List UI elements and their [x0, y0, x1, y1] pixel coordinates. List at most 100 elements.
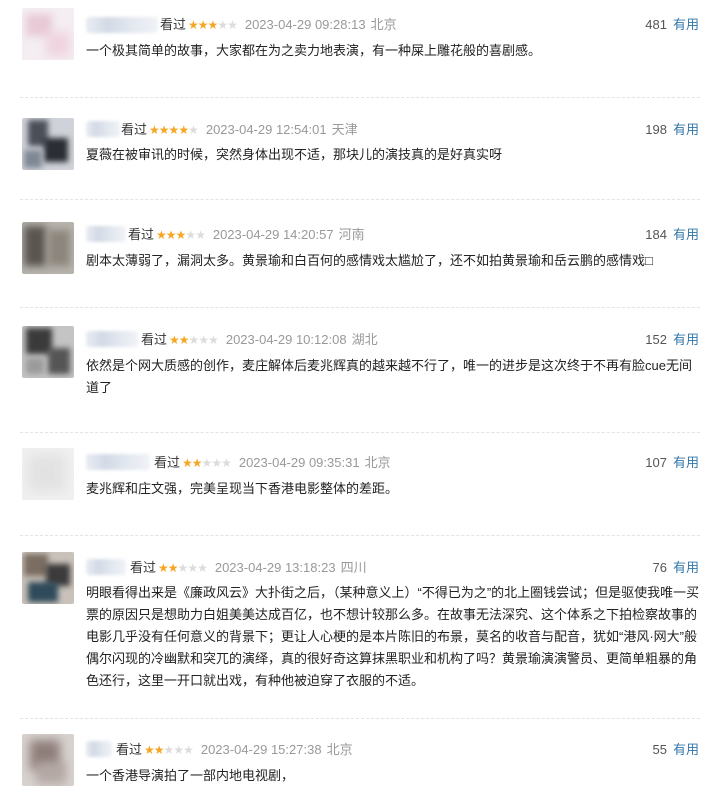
star-filled-icon: ★	[153, 743, 165, 757]
star-filled-icon: ★	[144, 743, 155, 757]
username[interactable]	[86, 331, 138, 347]
useful-button[interactable]: 有用	[673, 122, 699, 137]
comment-content: 剧本太薄弱了，漏洞太多。黄景瑜和白百何的感情戏太尴尬了，还不如拍黄景瑜和岳云鹏的…	[86, 253, 653, 268]
star-empty-icon: ★	[195, 228, 206, 242]
watch-status: 看过	[128, 227, 155, 242]
star-filled-icon: ★	[175, 228, 187, 242]
useful-button[interactable]: 有用	[673, 560, 699, 575]
divider	[20, 199, 700, 200]
comment-meta: 看过 ★★★★★ 2023-04-29 13:18:23 四川	[130, 559, 367, 577]
useful-button[interactable]: 有用	[673, 332, 699, 347]
rating-stars: ★★★★★	[156, 226, 206, 244]
star-empty-icon: ★	[221, 456, 232, 470]
comment-location: 湖北	[351, 332, 378, 347]
useful-button[interactable]: 有用	[673, 17, 699, 32]
rating-stars: ★★★★★	[158, 559, 208, 577]
star-filled-icon: ★	[168, 123, 180, 137]
comment-meta: 看过 ★★★★★ 2023-04-29 10:12:08 湖北	[141, 331, 378, 349]
comment-location: 河南	[338, 227, 365, 242]
vote-area: 107 有用	[645, 454, 699, 472]
rating-stars: ★★★★★	[182, 454, 232, 472]
star-filled-icon: ★	[149, 123, 160, 137]
rating-stars: ★★★★★	[144, 741, 194, 759]
vote-count: 76	[652, 560, 667, 575]
star-empty-icon: ★	[197, 561, 208, 575]
username[interactable]	[86, 121, 120, 137]
vote-count: 198	[645, 122, 667, 137]
username[interactable]	[86, 559, 126, 575]
comment-time: 2023-04-29 14:20:57	[212, 227, 334, 242]
useful-button[interactable]: 有用	[673, 227, 699, 242]
comment-meta: 看过 ★★★★★ 2023-04-29 15:27:38 北京	[116, 741, 353, 759]
star-filled-icon: ★	[156, 228, 167, 242]
comment-time: 2023-04-29 09:35:31	[238, 455, 360, 470]
star-filled-icon: ★	[197, 18, 209, 32]
star-filled-icon: ★	[178, 123, 189, 137]
star-empty-icon: ★	[208, 333, 219, 347]
comment-content: 夏薇在被审讯的时候，突然身体出现不适，那块儿的演技真的是好真实呀	[86, 147, 503, 162]
vote-area: 152 有用	[645, 331, 699, 349]
vote-area: 184 有用	[645, 226, 699, 244]
avatar[interactable]	[22, 326, 74, 378]
star-empty-icon: ★	[217, 18, 228, 32]
star-empty-icon: ★	[177, 561, 189, 575]
star-filled-icon: ★	[188, 18, 199, 32]
comment-time: 2023-04-29 10:12:08	[225, 332, 347, 347]
watch-status: 看过	[116, 742, 143, 757]
comment-meta: 看过 ★★★★★ 2023-04-29 12:54:01 天津	[121, 121, 358, 139]
comment-location: 四川	[340, 560, 367, 575]
star-empty-icon: ★	[201, 456, 213, 470]
star-filled-icon: ★	[158, 561, 169, 575]
comment-meta: 看过 ★★★★★ 2023-04-29 09:28:13 北京	[160, 16, 397, 34]
divider	[20, 432, 700, 433]
useful-button[interactable]: 有用	[673, 742, 699, 757]
watch-status: 看过	[141, 332, 168, 347]
comment-location: 北京	[370, 17, 397, 32]
star-empty-icon: ★	[227, 18, 238, 32]
star-filled-icon: ★	[182, 456, 193, 470]
rating-stars: ★★★★★	[169, 331, 219, 349]
avatar[interactable]	[22, 222, 74, 274]
username[interactable]	[86, 17, 158, 33]
comment-location: 北京	[364, 455, 391, 470]
comment-content: 一个极其简单的故事，大家都在为之卖力地表演，有一种屎上雕花般的喜剧感。	[86, 43, 542, 58]
star-empty-icon: ★	[188, 333, 200, 347]
username[interactable]	[86, 454, 150, 470]
star-filled-icon: ★	[178, 333, 190, 347]
username[interactable]	[86, 226, 126, 242]
avatar[interactable]	[22, 118, 74, 170]
divider	[20, 307, 700, 308]
star-empty-icon: ★	[163, 743, 175, 757]
rating-stars: ★★★★★	[188, 16, 238, 34]
avatar[interactable]	[22, 734, 74, 786]
watch-status: 看过	[130, 560, 157, 575]
username[interactable]	[86, 741, 112, 757]
star-empty-icon: ★	[173, 743, 184, 757]
comment-time: 2023-04-29 13:18:23	[214, 560, 336, 575]
vote-count: 481	[645, 17, 667, 32]
star-empty-icon: ★	[198, 333, 209, 347]
comment-location: 天津	[331, 122, 358, 137]
vote-count: 152	[645, 332, 667, 347]
vote-count: 184	[645, 227, 667, 242]
comment-content: 一个香港导演拍了一部内地电视剧，	[86, 768, 295, 783]
divider	[20, 535, 700, 536]
star-empty-icon: ★	[188, 123, 199, 137]
avatar[interactable]	[22, 8, 74, 60]
watch-status: 看过	[121, 122, 148, 137]
comment-time: 2023-04-29 12:54:01	[205, 122, 327, 137]
vote-count: 55	[652, 742, 667, 757]
star-filled-icon: ★	[207, 18, 219, 32]
star-empty-icon: ★	[185, 228, 196, 242]
watch-status: 看过	[154, 455, 181, 470]
useful-button[interactable]: 有用	[673, 455, 699, 470]
comment-content: 明眼看得出来是《廉政风云》大扑街之后，（某种意义上）“不得已为之”的北上圈钱尝试…	[86, 585, 700, 688]
star-filled-icon: ★	[165, 228, 177, 242]
star-filled-icon: ★	[158, 123, 170, 137]
avatar[interactable]	[22, 552, 74, 604]
comment-meta: 看过 ★★★★★ 2023-04-29 14:20:57 河南	[128, 226, 365, 244]
avatar[interactable]	[22, 448, 74, 500]
star-filled-icon: ★	[167, 561, 179, 575]
watch-status: 看过	[160, 17, 187, 32]
star-empty-icon: ★	[211, 456, 222, 470]
